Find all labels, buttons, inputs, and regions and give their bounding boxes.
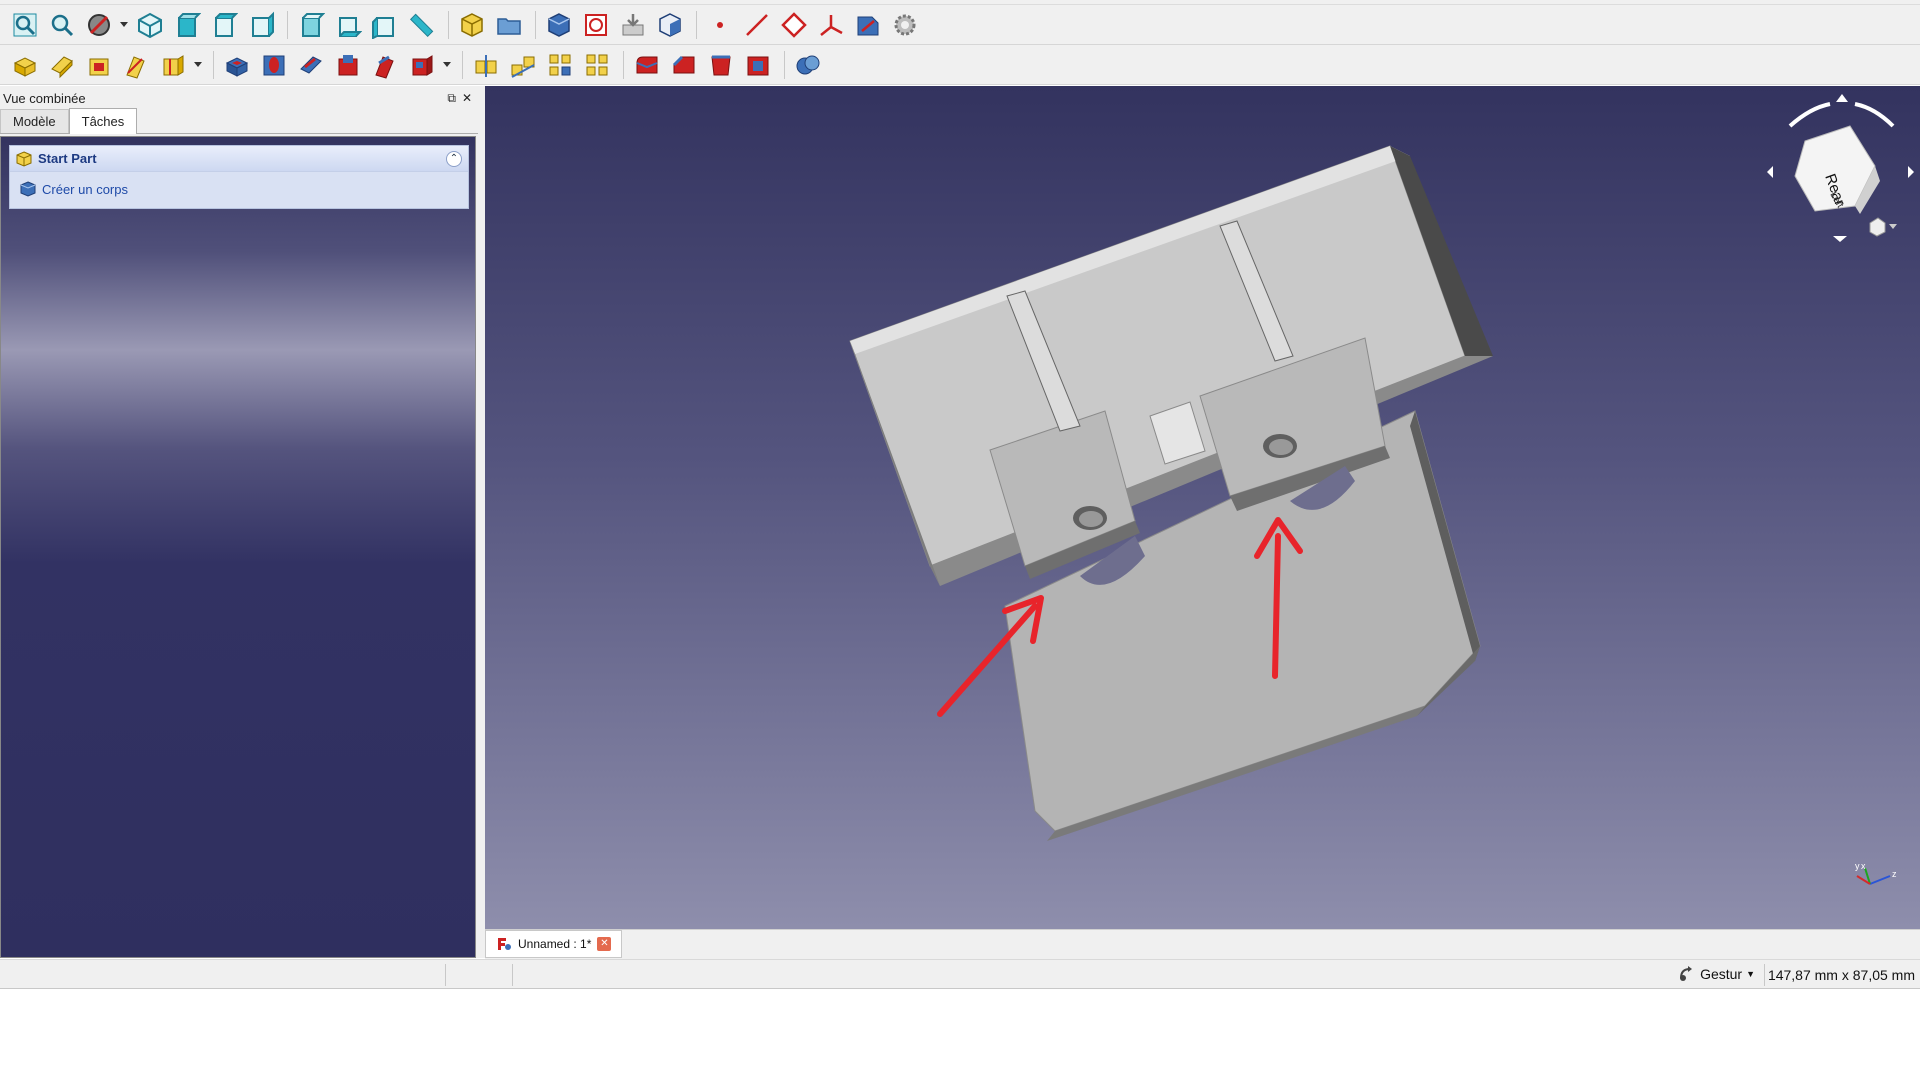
body-icon[interactable]: [542, 8, 576, 42]
pad-icon[interactable]: [8, 48, 42, 82]
view-dimensions: 147,87 mm x 87,05 mm: [1767, 967, 1915, 983]
subtractive-pipe-icon[interactable]: [368, 48, 402, 82]
taskbox-title: Start Part: [38, 151, 97, 166]
additive-primitive-dropdown[interactable]: [193, 48, 203, 82]
linear-pattern-icon[interactable]: [506, 48, 540, 82]
gear-icon[interactable]: [888, 8, 922, 42]
subtractive-primitive-icon[interactable]: [405, 48, 439, 82]
3d-viewer[interactable]: Rear Left y x z: [485, 86, 1920, 929]
subtractive-loft-icon[interactable]: [331, 48, 365, 82]
navigation-cube[interactable]: Rear Left: [1767, 94, 1914, 242]
right-view-icon[interactable]: [244, 8, 278, 42]
collapse-icon[interactable]: ⌃: [446, 150, 462, 167]
draw-style-dropdown[interactable]: [119, 8, 129, 42]
document-tab-label: Unnamed : 1*: [518, 937, 592, 951]
navigation-style-icon: [1680, 966, 1693, 981]
close-icon[interactable]: ✕: [462, 91, 472, 106]
combo-view-titlebar: Vue combinée ⧉ ✕: [0, 86, 478, 110]
splitter[interactable]: [478, 86, 485, 958]
task-panel: Start Part ⌃ Créer un corps: [0, 136, 476, 958]
view-toolbar: [0, 5, 1920, 45]
subtractive-primitive-dropdown[interactable]: [442, 48, 452, 82]
combo-tabs: Modèle Tâches: [0, 108, 478, 134]
create-body-label: Créer un corps: [42, 181, 128, 197]
part-icon: [16, 150, 32, 167]
float-panel-icon[interactable]: ⧉: [447, 91, 456, 106]
zoom-fit-all-icon[interactable]: [8, 8, 42, 42]
groove-icon[interactable]: [294, 48, 328, 82]
additive-loft-icon[interactable]: [82, 48, 116, 82]
fillet-icon[interactable]: [630, 48, 664, 82]
zoom-fit-selection-icon[interactable]: [45, 8, 79, 42]
create-body-action[interactable]: Créer un corps: [10, 172, 468, 206]
navigation-style-selector[interactable]: Gestur ▼: [1678, 966, 1755, 982]
draw-style-icon[interactable]: [82, 8, 116, 42]
partdesign-toolbar: [0, 45, 1920, 85]
document-tab-bar: Unnamed : 1* ✕: [485, 929, 1920, 959]
body-icon: [20, 181, 36, 197]
chamfer-icon[interactable]: [667, 48, 701, 82]
axis-label-y: y: [1855, 861, 1860, 871]
axis-label-x: x: [1861, 861, 1866, 871]
thickness-icon[interactable]: [741, 48, 775, 82]
multitransform-icon[interactable]: [580, 48, 614, 82]
status-bar: Gestur ▼ 147,87 mm x 87,05 mm: [0, 959, 1920, 989]
top-view-icon[interactable]: [207, 8, 241, 42]
datum-line-icon[interactable]: [740, 8, 774, 42]
isometric-view-icon[interactable]: [133, 8, 167, 42]
datum-plane-icon[interactable]: [777, 8, 811, 42]
polar-pattern-icon[interactable]: [543, 48, 577, 82]
datum-point-icon[interactable]: [703, 8, 737, 42]
3d-model-scene: Rear Left y x z: [849, 94, 1914, 885]
boolean-icon[interactable]: [791, 48, 825, 82]
rear-view-icon[interactable]: [294, 8, 328, 42]
group-icon[interactable]: [492, 8, 526, 42]
shape-binder-icon[interactable]: [579, 8, 613, 42]
part-icon[interactable]: [455, 8, 489, 42]
start-part-taskbox: Start Part ⌃ Créer un corps: [9, 145, 469, 209]
hole-icon[interactable]: [257, 48, 291, 82]
sub-shape-binder-icon[interactable]: [851, 8, 885, 42]
freecad-document-icon: [498, 938, 511, 950]
additive-primitive-icon[interactable]: [156, 48, 190, 82]
local-coordinate-system-icon[interactable]: [814, 8, 848, 42]
view-menu-icon[interactable]: [1869, 217, 1886, 237]
axis-indicator: y x z: [1855, 861, 1897, 885]
clone-icon[interactable]: [653, 8, 687, 42]
left-view-icon[interactable]: [368, 8, 402, 42]
tab-model[interactable]: Modèle: [0, 109, 69, 133]
chevron-down-icon: ▼: [1746, 969, 1755, 979]
combo-view-panel: Vue combinée ⧉ ✕ Modèle Tâches Start Par…: [0, 86, 478, 958]
export-icon[interactable]: [616, 8, 650, 42]
revolution-icon[interactable]: [45, 48, 79, 82]
tab-tasks[interactable]: Tâches: [68, 108, 138, 134]
draft-icon[interactable]: [704, 48, 738, 82]
additive-pipe-icon[interactable]: [119, 48, 153, 82]
taskbox-header[interactable]: Start Part ⌃: [10, 146, 468, 172]
document-tab[interactable]: Unnamed : 1* ✕: [485, 930, 623, 958]
axis-label-z: z: [1892, 869, 1897, 879]
close-tab-icon[interactable]: ✕: [597, 937, 612, 951]
front-view-icon[interactable]: [170, 8, 204, 42]
combo-view-title: Vue combinée: [3, 90, 86, 106]
measure-icon[interactable]: [405, 8, 439, 42]
navigation-style-label: Gestur: [1700, 966, 1743, 982]
mirrored-icon[interactable]: [469, 48, 503, 82]
bottom-view-icon[interactable]: [331, 8, 365, 42]
pocket-icon[interactable]: [220, 48, 254, 82]
